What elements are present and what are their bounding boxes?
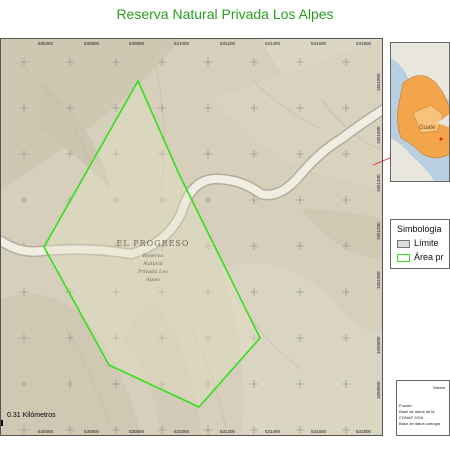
legend-item-area: Área pr — [397, 252, 444, 262]
source-line: CONAP 2016 — [399, 415, 424, 420]
x-tick-bottom: 530800 — [129, 429, 145, 434]
reserve-label-line-1: Reserva — [142, 253, 163, 259]
legend-title: Simbologia — [397, 224, 442, 234]
main-map[interactable]: EL PROGRESO Reserva Natural Privada Los … — [1, 39, 383, 436]
source-line: Base de datos cartogra — [399, 421, 441, 426]
legend-swatch-gray — [397, 239, 410, 248]
x-tick-top: 531200 — [220, 41, 236, 46]
x-tick-bottom: 531400 — [265, 429, 281, 434]
y-tick-right: 1651400 — [376, 174, 381, 192]
x-tick-top: 531600 — [311, 41, 327, 46]
x-tick-bottom: 531600 — [311, 429, 327, 434]
inset-map: Guate — [391, 43, 449, 181]
y-tick-right: 1651800 — [376, 73, 381, 91]
x-tick-top: 530600 — [84, 41, 100, 46]
legend-swatch-green — [397, 253, 410, 262]
main-map-frame[interactable]: EL PROGRESO Reserva Natural Privada Los … — [0, 38, 383, 436]
x-tick-top: 531800 — [356, 41, 372, 46]
x-tick-top: 531400 — [265, 41, 281, 46]
x-tick-bottom: 530400 — [38, 429, 54, 434]
x-tick-bottom: 531200 — [220, 429, 236, 434]
legend-item-label: Límite — [414, 238, 439, 248]
y-tick-right: 1650800 — [376, 336, 381, 354]
y-tick-right: 1651200 — [376, 222, 381, 240]
reserve-label-line-4: Alpes — [145, 277, 160, 283]
x-tick-top: 530400 — [38, 41, 54, 46]
reserve-label-line-2: Natural — [142, 261, 163, 267]
legend-item-label: Área pr — [414, 252, 444, 262]
inset-country-label: Guate — [419, 125, 436, 131]
x-tick-top: 530800 — [129, 41, 145, 46]
reserve-label-line-3: Privada Los — [137, 269, 168, 275]
legend-panel: Simbologia Límite Área pr — [390, 219, 450, 269]
x-tick-bottom: 531800 — [356, 429, 372, 434]
source-header: Sistem — [433, 385, 446, 390]
place-label: EL PROGRESO — [117, 239, 190, 248]
locator-inset-map[interactable]: Guate — [390, 42, 450, 182]
legend-item-limite: Límite — [397, 238, 439, 248]
map-title: Reserva Natural Privada Los Alpes — [116, 6, 334, 22]
source-panel: Sistem Fuente: Base de datos de la CONAP… — [396, 380, 450, 436]
source-line: Base de datos de la — [399, 409, 435, 414]
y-tick-right: 1651000 — [376, 271, 381, 289]
y-tick-right: 1650600 — [376, 381, 381, 399]
x-tick-top: 531000 — [174, 41, 190, 46]
x-tick-bottom: 530600 — [84, 429, 100, 434]
scale-label: 0.31 Kilómetros — [7, 412, 56, 419]
source-line: Fuente: — [399, 403, 413, 408]
x-tick-bottom: 531000 — [174, 429, 190, 434]
